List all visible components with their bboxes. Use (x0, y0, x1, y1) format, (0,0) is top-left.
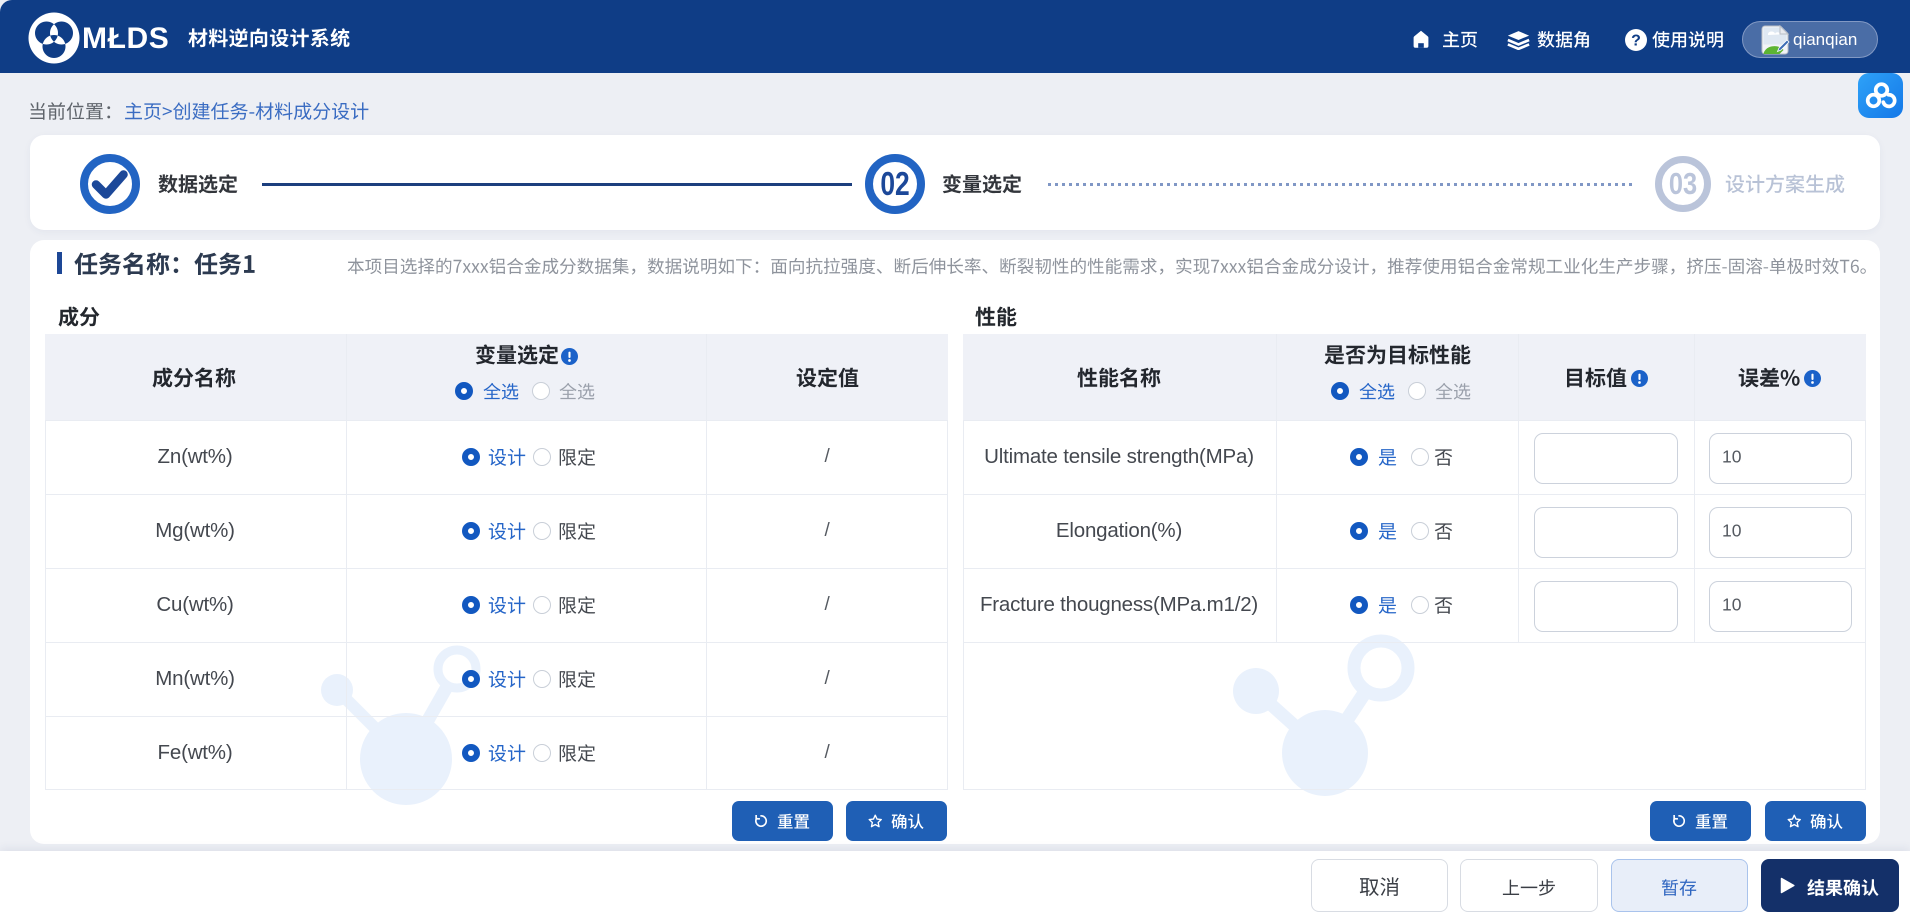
svg-text:?: ? (1631, 33, 1641, 50)
